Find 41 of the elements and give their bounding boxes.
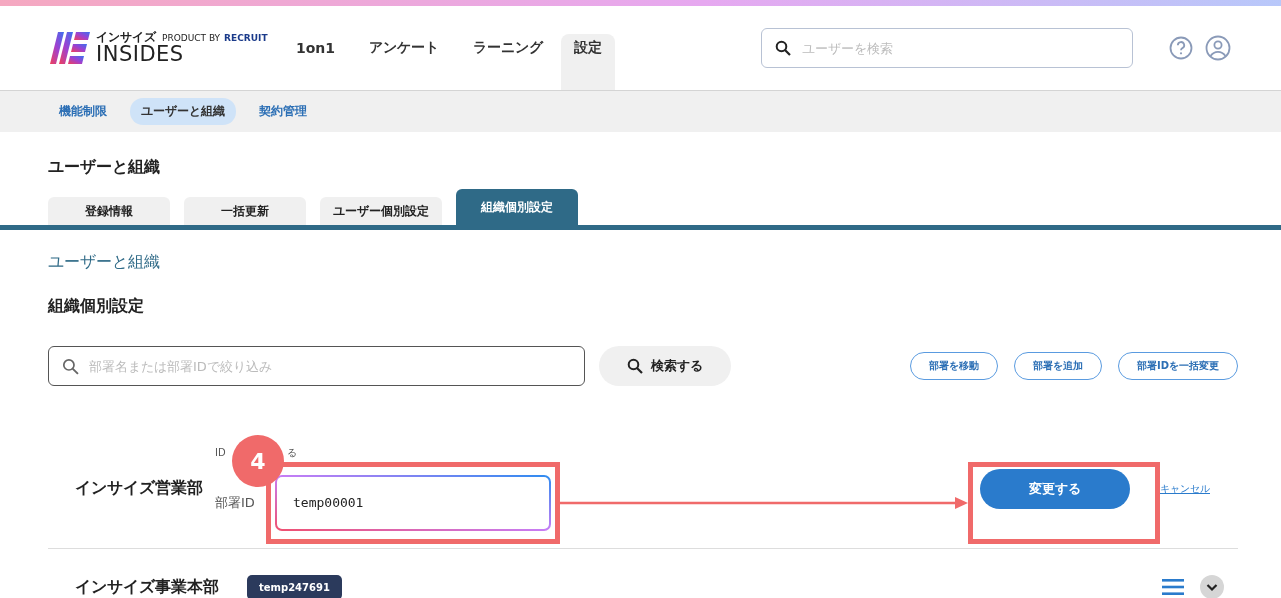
- search-icon: [62, 358, 79, 375]
- help-icon[interactable]: [1169, 36, 1193, 60]
- action-button[interactable]: 部署を追加: [1013, 352, 1102, 380]
- action-button[interactable]: 部署を移動: [909, 352, 998, 380]
- hint-text: る: [286, 446, 297, 459]
- department-name: インサイズ営業部: [75, 478, 204, 499]
- menu-icon[interactable]: [1162, 579, 1184, 595]
- step-badge: 4: [232, 435, 284, 487]
- department-name: インサイズ事業本部: [75, 576, 219, 598]
- nav-tab[interactable]: ラーニング: [457, 6, 560, 90]
- subnav-item[interactable]: ユーザーと組織: [130, 98, 236, 125]
- field-label: 部署ID: [215, 493, 256, 512]
- logo-name: INSIDES: [96, 44, 185, 65]
- search-button[interactable]: 検索する: [599, 346, 731, 386]
- save-button[interactable]: 変更する: [980, 468, 1130, 509]
- logo-kana: インサイズ: [96, 31, 156, 43]
- department-id-badge: temp247691: [247, 574, 342, 598]
- tab[interactable]: 一括更新: [184, 197, 306, 225]
- hint-text: ID: [215, 446, 226, 459]
- nav-tab[interactable]: 1on1: [280, 6, 352, 90]
- tab[interactable]: ユーザー個別設定: [320, 197, 442, 225]
- logo-icon: [50, 32, 90, 64]
- nav-tab[interactable]: アンケート: [353, 6, 456, 90]
- cancel-link[interactable]: キャンセル: [1160, 481, 1210, 496]
- nav-tab[interactable]: 設定: [561, 34, 616, 90]
- user-icon[interactable]: [1205, 35, 1231, 61]
- subnav-item[interactable]: 機能制限: [48, 98, 118, 125]
- product-by-label: PRODUCT BY: [162, 34, 221, 43]
- search-icon: [775, 40, 791, 56]
- brand-label: RECRUIT: [224, 34, 268, 43]
- page-title: ユーザーと組織: [48, 156, 161, 176]
- subnav-item[interactable]: 契約管理: [248, 98, 318, 125]
- chevron-down-icon[interactable]: [1200, 575, 1224, 598]
- search-icon: [627, 358, 643, 374]
- tab[interactable]: 組織個別設定: [456, 189, 578, 225]
- tab[interactable]: 登録情報: [48, 197, 170, 225]
- section-heading: 組織個別設定: [48, 296, 145, 316]
- breadcrumb-link[interactable]: ユーザーと組織: [48, 252, 1238, 272]
- department-id-field[interactable]: temp00001: [275, 474, 551, 531]
- filter-field[interactable]: 部署名または部署IDで絞り込み: [48, 346, 585, 386]
- action-button[interactable]: 部署IDを一括変更: [1117, 352, 1238, 380]
